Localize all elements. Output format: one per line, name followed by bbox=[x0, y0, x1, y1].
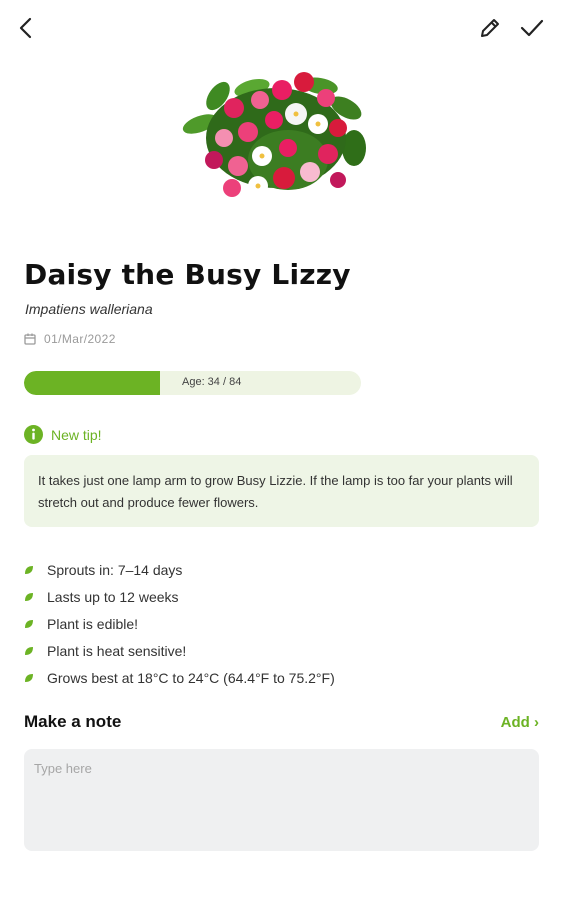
confirm-button[interactable] bbox=[518, 14, 546, 42]
tip-label: New tip! bbox=[51, 426, 102, 443]
leaf-bullet-icon bbox=[25, 592, 33, 601]
note-title: Make a note bbox=[24, 712, 122, 731]
plant-latin-name: Impatiens walleriana bbox=[25, 301, 153, 317]
note-header: Make a note Add › bbox=[24, 712, 539, 738]
fact-text: Sprouts in: 7–14 days bbox=[47, 561, 183, 578]
add-note-button[interactable]: Add › bbox=[501, 714, 539, 731]
calendar-icon bbox=[24, 333, 36, 345]
fact-item: Lasts up to 12 weeks bbox=[24, 583, 335, 610]
plant-name: Daisy the Busy Lizzy bbox=[24, 258, 351, 291]
pencil-icon bbox=[481, 19, 499, 37]
tip-header: New tip! bbox=[24, 425, 102, 444]
fact-text: Lasts up to 12 weeks bbox=[47, 588, 179, 605]
note-input[interactable] bbox=[24, 749, 539, 851]
edit-button[interactable] bbox=[476, 14, 504, 42]
leaf-bullet-icon bbox=[25, 673, 33, 682]
back-arrow-icon bbox=[19, 17, 32, 39]
fact-item: Sprouts in: 7–14 days bbox=[24, 556, 335, 583]
tip-box: It takes just one lamp arm to grow Busy … bbox=[24, 455, 539, 527]
checkmark-icon bbox=[520, 19, 544, 37]
info-icon bbox=[24, 425, 43, 444]
planted-date: 01/Mar/2022 bbox=[24, 332, 116, 346]
date-text: 01/Mar/2022 bbox=[44, 332, 116, 346]
leaf-bullet-icon bbox=[25, 646, 33, 655]
fact-text: Grows best at 18°C to 24°C (64.4°F to 75… bbox=[47, 669, 335, 686]
fact-item: Grows best at 18°C to 24°C (64.4°F to 75… bbox=[24, 664, 335, 691]
top-bar bbox=[0, 0, 563, 56]
plant-facts-list: Sprouts in: 7–14 days Lasts up to 12 week… bbox=[24, 556, 335, 691]
age-progress-label: Age: 34 / 84 bbox=[182, 376, 242, 388]
age-progress-fill bbox=[24, 371, 160, 395]
age-progress-bar: Age: 34 / 84 bbox=[24, 371, 361, 395]
tip-text: It takes just one lamp arm to grow Busy … bbox=[38, 473, 513, 510]
plant-image bbox=[182, 72, 366, 197]
back-button[interactable] bbox=[12, 14, 40, 42]
fact-item: Plant is heat sensitive! bbox=[24, 637, 335, 664]
leaf-bullet-icon bbox=[25, 565, 33, 574]
leaf-bullet-icon bbox=[25, 619, 33, 628]
fact-text: Plant is heat sensitive! bbox=[47, 642, 187, 659]
fact-text: Plant is edible! bbox=[47, 615, 139, 632]
fact-item: Plant is edible! bbox=[24, 610, 335, 637]
